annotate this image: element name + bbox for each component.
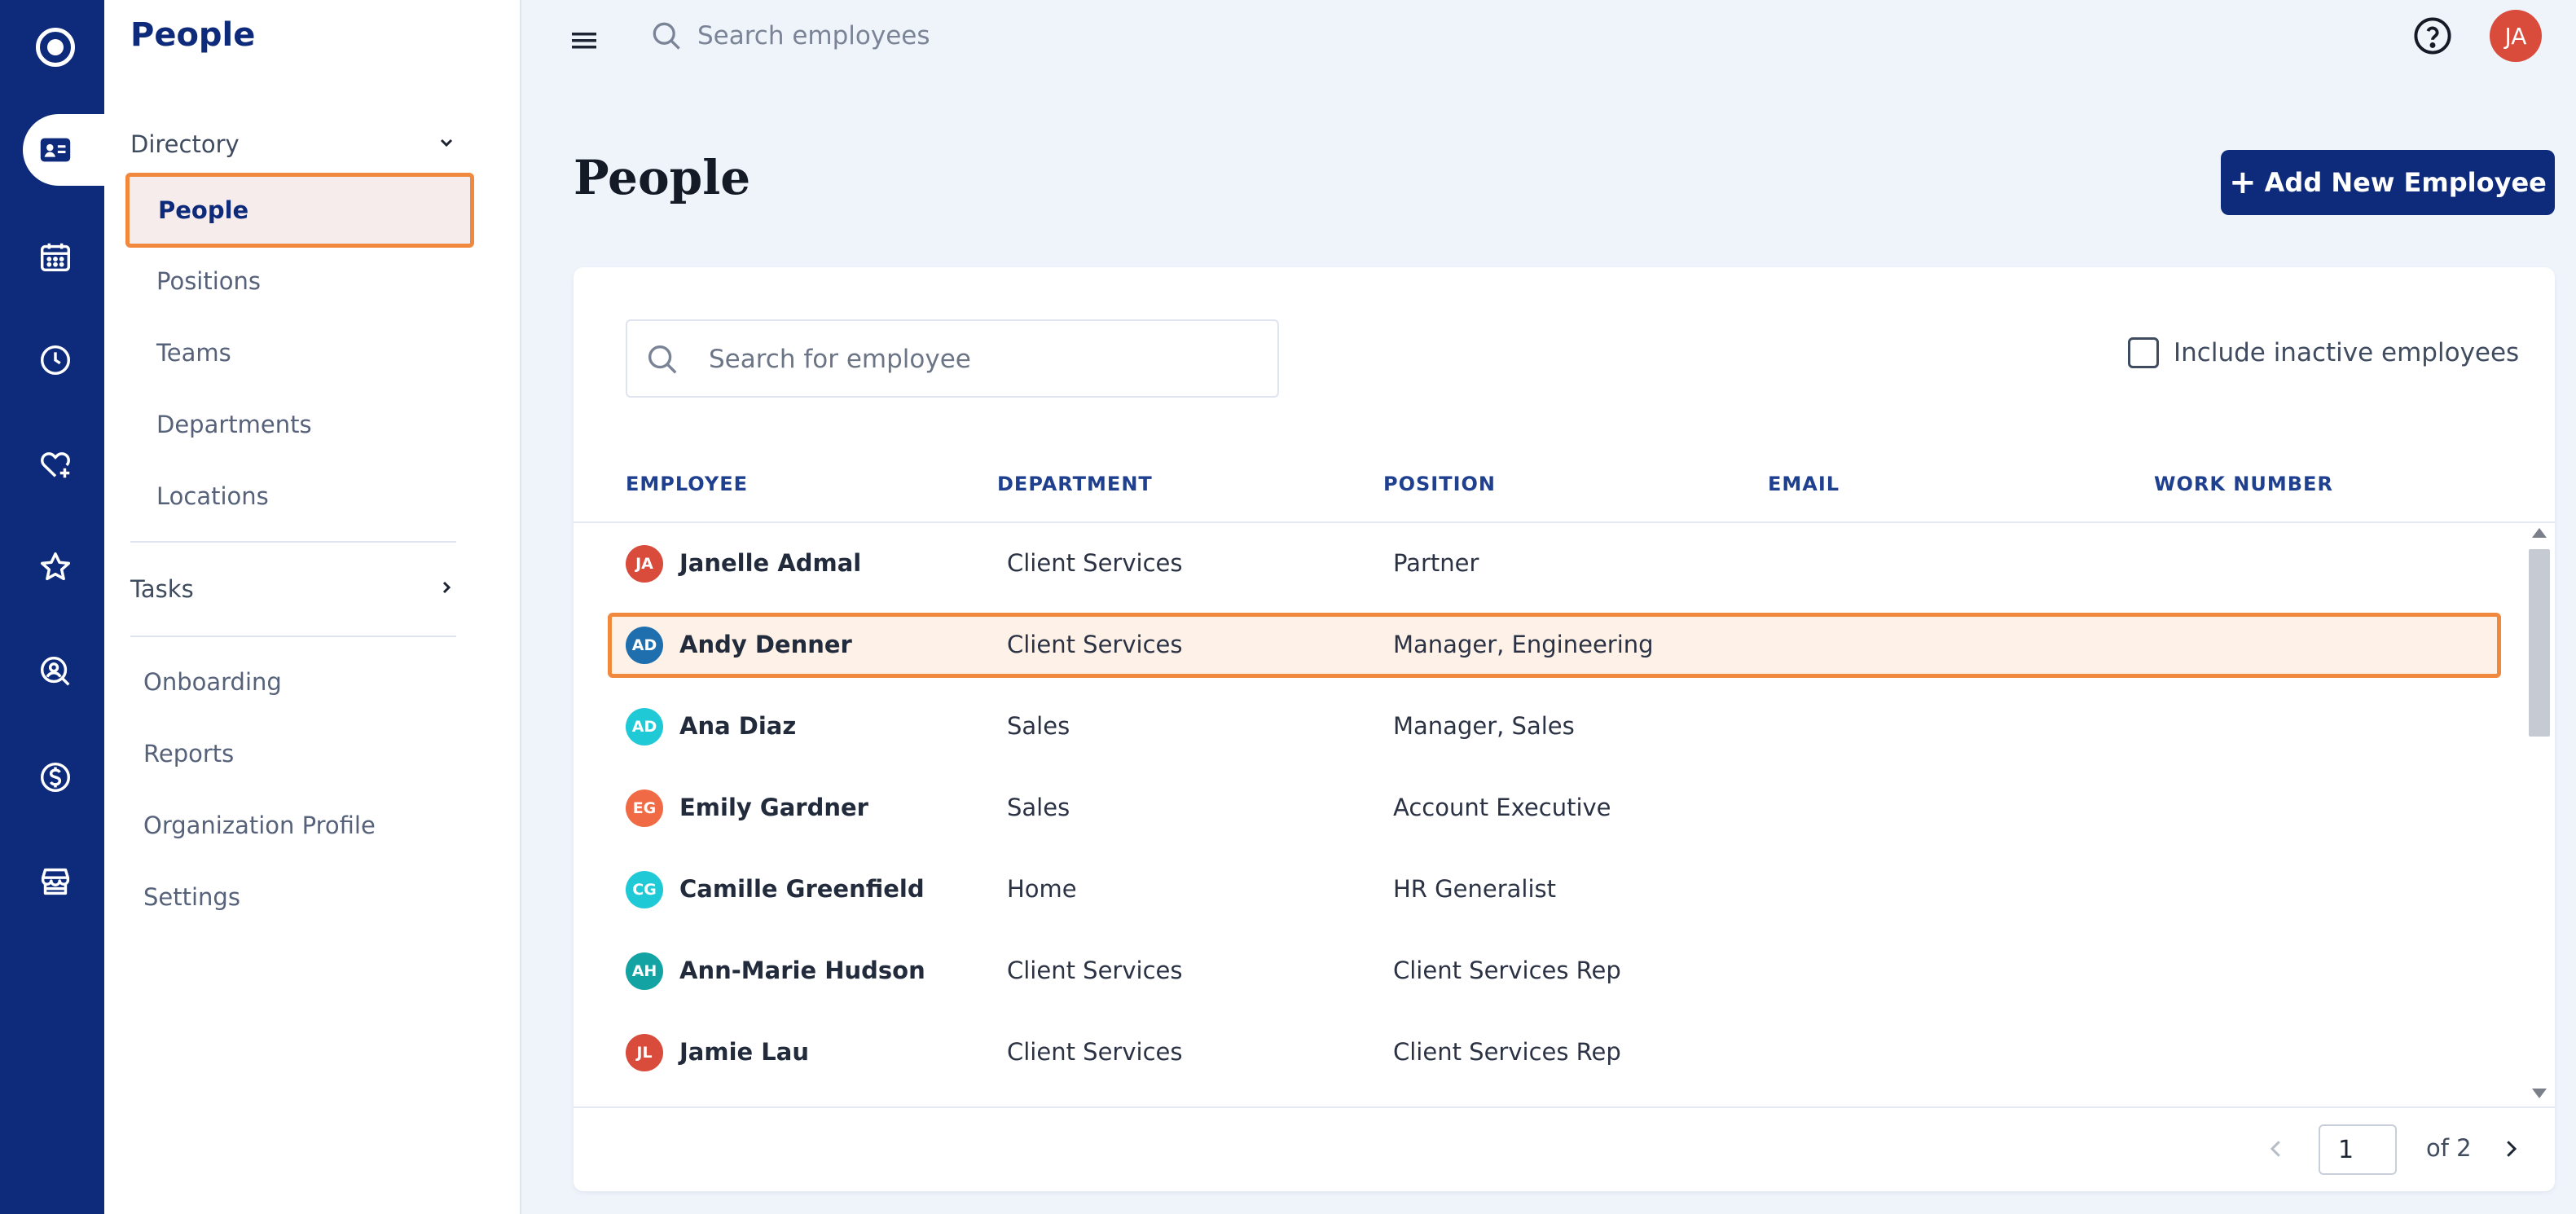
employee-position: Account Executive — [1393, 794, 1611, 821]
employee-avatar: CG — [626, 871, 663, 908]
table-row[interactable]: JA Janelle Admal Client Services Partner — [574, 523, 2521, 605]
user-avatar[interactable]: JA — [2490, 10, 2542, 62]
employee-name[interactable]: Ana Diaz — [679, 712, 796, 740]
sidebar-item-label: People — [158, 196, 249, 224]
employee-department: Sales — [1007, 712, 1070, 740]
plus-icon: + — [2229, 164, 2257, 201]
employee-department: Client Services — [1007, 1038, 1183, 1066]
employee-avatar: AD — [626, 708, 663, 746]
previous-page-chevron-icon[interactable] — [2258, 1131, 2294, 1167]
employee-avatar: AD — [626, 627, 663, 664]
page-count-label: of 2 — [2426, 1134, 2472, 1162]
table-row[interactable]: AD Ana Diaz Sales Manager, Sales — [574, 686, 2521, 768]
sidebar-section-directory[interactable]: Directory — [130, 130, 456, 158]
employee-table-body: JA Janelle Admal Client Services Partner… — [574, 523, 2555, 1102]
column-header-employee[interactable]: EMPLOYEE — [626, 473, 748, 495]
calendar-icon[interactable] — [31, 233, 80, 282]
employee-name[interactable]: Jamie Lau — [679, 1038, 809, 1066]
next-page-chevron-icon[interactable] — [2493, 1131, 2529, 1167]
employee-position: Manager, Sales — [1393, 712, 1575, 740]
employee-department: Home — [1007, 875, 1077, 903]
employee-position: Client Services Rep — [1393, 1038, 1621, 1066]
column-header-email[interactable]: EMAIL — [1768, 473, 1840, 495]
employee-search-box[interactable] — [626, 319, 1279, 398]
include-inactive-label: Include inactive employees — [2174, 338, 2520, 367]
secondary-sidebar: People Directory People Positions Teams … — [104, 0, 521, 1214]
employee-name[interactable]: Emily Gardner — [679, 794, 868, 821]
add-button-label: Add New Employee — [2264, 167, 2547, 198]
clock-icon[interactable] — [31, 336, 80, 385]
logo-icon[interactable] — [36, 28, 75, 67]
search-icon — [648, 18, 684, 54]
table-row-selected[interactable]: AD Andy Denner Client Services Manager, … — [608, 613, 2501, 678]
employee-position: HR Generalist — [1393, 875, 1556, 903]
sidebar-item-departments[interactable]: Departments — [156, 411, 312, 438]
employee-name[interactable]: Camille Greenfield — [679, 875, 925, 903]
icon-rail — [0, 0, 104, 1214]
sidebar-link-organization-profile[interactable]: Organization Profile — [143, 812, 376, 839]
scroll-up-arrow-icon[interactable] — [2532, 528, 2547, 538]
employee-avatar: JA — [626, 545, 663, 583]
table-footer-divider — [574, 1106, 2555, 1108]
employee-department: Client Services — [1007, 631, 1183, 658]
include-inactive-toggle[interactable]: Include inactive employees — [2128, 337, 2519, 368]
sidebar-divider — [130, 636, 456, 637]
employee-department: Client Services — [1007, 957, 1183, 984]
global-search-input[interactable] — [697, 16, 1268, 55]
employee-position: Partner — [1393, 549, 1479, 577]
sidebar-item-positions[interactable]: Positions — [156, 267, 261, 295]
page-title: People — [574, 150, 751, 205]
employee-avatar: AH — [626, 952, 663, 990]
directory-card-icon[interactable] — [31, 125, 80, 174]
chevron-right-icon — [437, 576, 456, 603]
table-row[interactable]: CG Camille Greenfield Home HR Generalist — [574, 849, 2521, 930]
sidebar-section-tasks[interactable]: Tasks — [130, 575, 456, 603]
sidebar-divider — [130, 541, 456, 543]
help-icon[interactable] — [2411, 15, 2454, 57]
table-row[interactable]: EG Emily Gardner Sales Account Executive — [574, 768, 2521, 849]
sidebar-link-reports[interactable]: Reports — [143, 740, 234, 768]
scroll-down-arrow-icon[interactable] — [2532, 1089, 2547, 1098]
column-header-position[interactable]: POSITION — [1383, 473, 1496, 495]
sidebar-section-label: Tasks — [130, 575, 194, 603]
sidebar-item-locations[interactable]: Locations — [156, 482, 269, 510]
sidebar-title: People — [130, 16, 256, 54]
employee-name[interactable]: Andy Denner — [679, 631, 852, 658]
include-inactive-checkbox[interactable] — [2128, 337, 2159, 368]
employee-department: Sales — [1007, 794, 1070, 821]
store-icon[interactable] — [31, 857, 80, 906]
employee-search-input[interactable] — [709, 339, 1263, 380]
chevron-down-icon — [437, 131, 456, 158]
scrollbar-thumb[interactable] — [2529, 549, 2550, 737]
employee-name[interactable]: Ann-Marie Hudson — [679, 957, 925, 984]
sidebar-link-onboarding[interactable]: Onboarding — [143, 668, 282, 696]
employee-name[interactable]: Janelle Admal — [679, 549, 861, 577]
sidebar-link-settings[interactable]: Settings — [143, 883, 240, 911]
sidebar-section-label: Directory — [130, 130, 240, 158]
person-search-icon[interactable] — [31, 647, 80, 696]
column-header-department[interactable]: DEPARTMENT — [997, 473, 1153, 495]
sidebar-item-teams[interactable]: Teams — [156, 339, 231, 367]
column-header-work-number[interactable]: WORK NUMBER — [2154, 473, 2333, 495]
table-row[interactable]: AH Ann-Marie Hudson Client Services Clie… — [574, 930, 2521, 1012]
sidebar-item-people[interactable]: People — [125, 173, 474, 248]
employee-department: Client Services — [1007, 549, 1183, 577]
table-row[interactable]: JL Jamie Lau Client Services Client Serv… — [574, 1012, 2521, 1093]
table-scrollbar[interactable] — [2525, 528, 2555, 1098]
page-number-input[interactable] — [2319, 1124, 2397, 1175]
star-icon[interactable] — [31, 543, 80, 592]
employee-avatar: JL — [626, 1034, 663, 1071]
employee-position: Client Services Rep — [1393, 957, 1621, 984]
employee-avatar: EG — [626, 790, 663, 827]
employee-list-card: Include inactive employees EMPLOYEE DEPA… — [574, 267, 2555, 1191]
heart-plus-icon[interactable] — [31, 440, 80, 489]
search-icon — [648, 345, 677, 374]
add-new-employee-button[interactable]: + Add New Employee — [2221, 150, 2555, 215]
hamburger-menu-icon[interactable] — [569, 24, 601, 57]
dollar-icon[interactable] — [31, 753, 80, 802]
employee-position: Manager, Engineering — [1393, 631, 1654, 658]
